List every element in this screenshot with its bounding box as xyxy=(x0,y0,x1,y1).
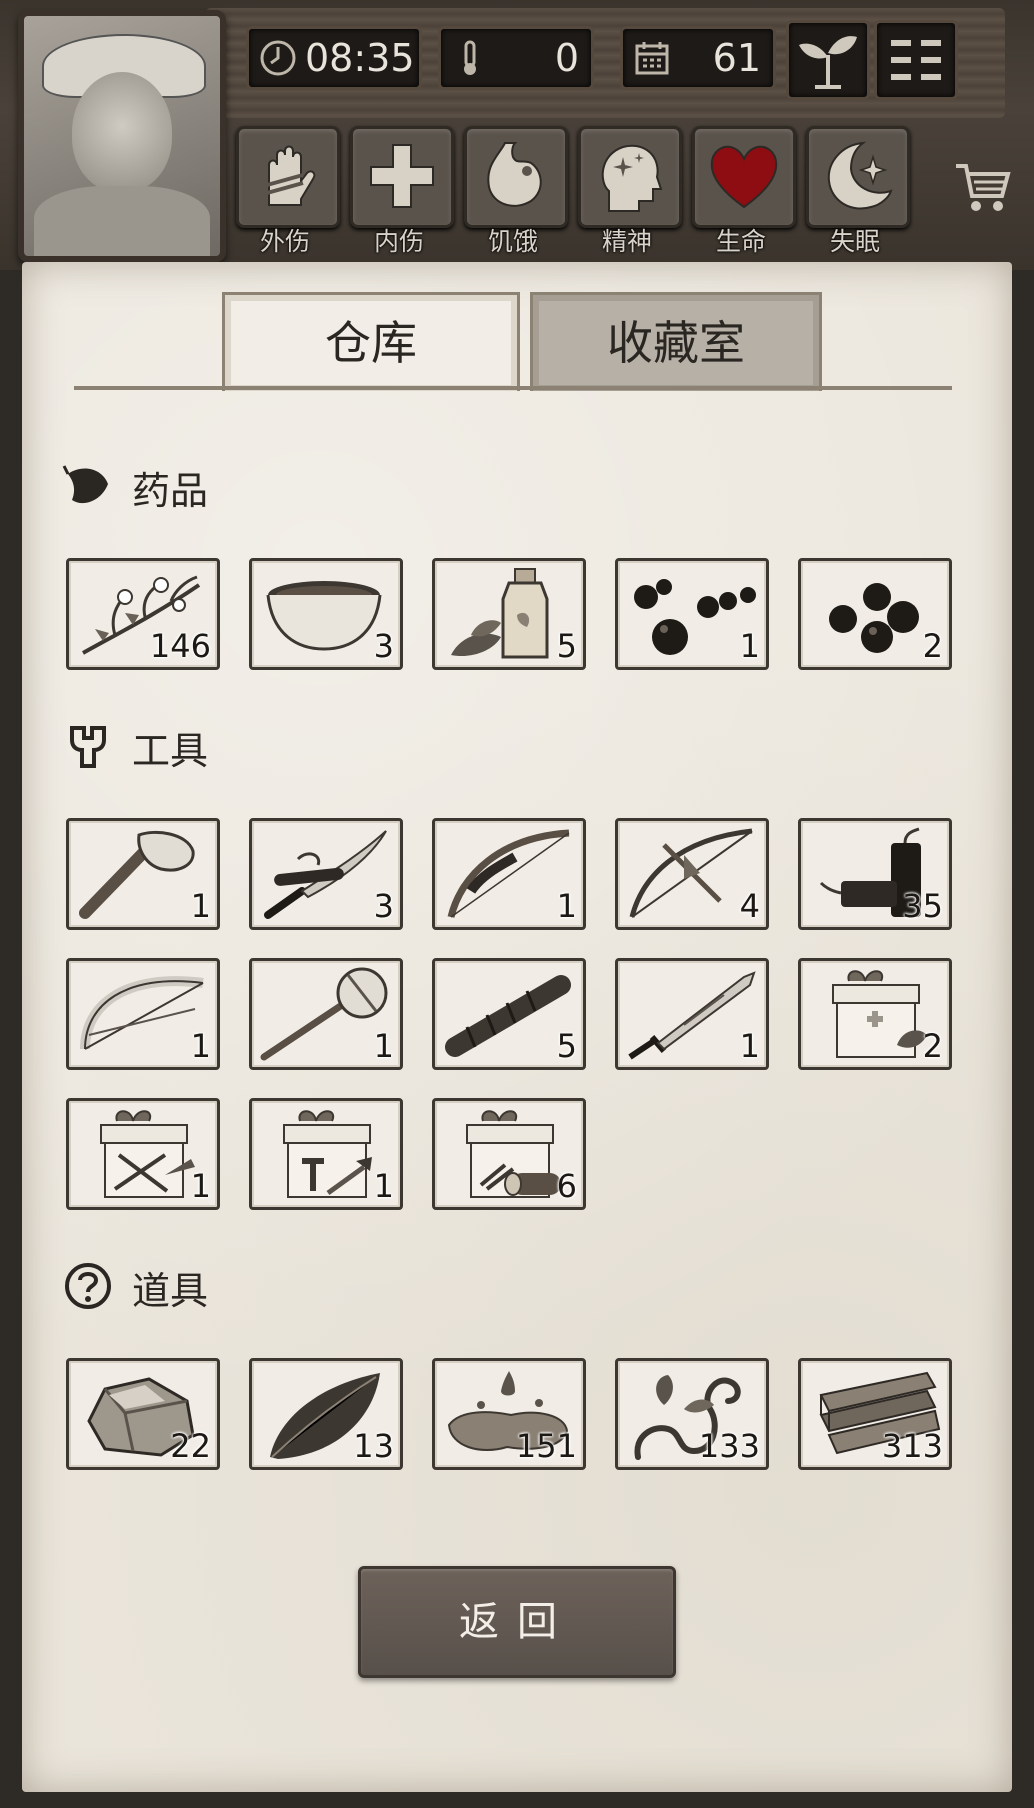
section-title-props: 道具 xyxy=(132,1269,209,1313)
item-bone-bow[interactable]: 1 xyxy=(66,958,220,1070)
sprout-button[interactable] xyxy=(786,20,870,100)
item-broad-sword[interactable]: 1 xyxy=(615,958,769,1070)
item-berries[interactable]: 1 xyxy=(615,558,769,670)
item-count: 1 xyxy=(556,887,577,925)
item-medical-box[interactable]: 2 xyxy=(798,958,952,1070)
status-label-hunger: 饥饿 xyxy=(487,227,538,256)
item-stone-axe[interactable]: 1 xyxy=(66,818,220,930)
item-planks[interactable]: 313 xyxy=(798,1358,952,1470)
status-label-insomnia: 失眠 xyxy=(829,227,880,256)
tab-collection[interactable]: 收藏室 xyxy=(530,292,822,391)
item-weapon-box[interactable]: 1 xyxy=(66,1098,220,1210)
status-life[interactable] xyxy=(692,126,796,228)
status-label-life: 生命 xyxy=(715,227,766,256)
item-dark-berries[interactable]: 2 xyxy=(798,558,952,670)
item-vine[interactable]: 133 xyxy=(615,1358,769,1470)
status-internal[interactable] xyxy=(350,126,454,228)
item-count: 5 xyxy=(556,1027,577,1065)
status-label-spirit: 精神 xyxy=(601,227,652,256)
status-label-trauma: 外伤 xyxy=(259,227,310,256)
top-hud: 08:35 0 61 外伤 内伤 饥饿 精神 生命 失眠 xyxy=(0,0,1034,270)
wrench-section-icon xyxy=(70,726,106,768)
item-count: 22 xyxy=(170,1427,211,1465)
item-count: 1 xyxy=(373,1167,394,1205)
leaf-section-icon xyxy=(62,465,108,504)
item-count: 4 xyxy=(739,887,760,925)
thermometer-icon xyxy=(464,40,476,75)
day-display: 61 xyxy=(620,26,776,90)
question-circle-section-icon xyxy=(65,1263,111,1309)
item-count: 5 xyxy=(556,627,577,665)
character-portrait[interactable] xyxy=(18,10,226,262)
face xyxy=(72,72,172,192)
item-dynamite[interactable]: 35 xyxy=(798,818,952,930)
item-water[interactable]: 151 xyxy=(432,1358,586,1470)
item-count: 1 xyxy=(739,627,760,665)
item-count: 2 xyxy=(922,627,943,665)
item-count: 1 xyxy=(739,1027,760,1065)
shoulders xyxy=(34,186,210,256)
item-count: 2 xyxy=(922,1027,943,1065)
status-spirit[interactable] xyxy=(578,126,682,228)
item-rock[interactable]: 22 xyxy=(66,1358,220,1470)
item-count: 313 xyxy=(881,1427,943,1465)
item-potion[interactable]: 5 xyxy=(432,558,586,670)
item-tool-box[interactable]: 1 xyxy=(249,1098,403,1210)
item-crossbow[interactable]: 4 xyxy=(615,818,769,930)
stomach-icon xyxy=(487,142,542,207)
item-katana[interactable]: 3 xyxy=(249,818,403,930)
item-count: 1 xyxy=(190,1027,211,1065)
tab-warehouse[interactable]: 仓库 xyxy=(222,292,520,391)
head-sparkle-icon xyxy=(601,144,663,212)
calendar-icon xyxy=(635,42,669,75)
item-herb[interactable]: 146 xyxy=(66,558,220,670)
item-count: 35 xyxy=(902,887,943,925)
item-handle[interactable]: 5 xyxy=(432,958,586,1070)
shopping-cart-icon[interactable] xyxy=(952,156,1012,216)
clock-icon xyxy=(260,40,296,76)
item-bow[interactable]: 1 xyxy=(432,818,586,930)
item-count: 1 xyxy=(373,1027,394,1065)
item-wood-box[interactable]: 6 xyxy=(432,1098,586,1210)
sprout-icon xyxy=(799,36,857,89)
day-value: 61 xyxy=(712,36,761,80)
back-button[interactable]: 返回 xyxy=(358,1566,676,1678)
moon-icon xyxy=(827,141,893,210)
temperature-value: 0 xyxy=(554,36,579,80)
item-count: 146 xyxy=(149,627,211,665)
temperature-display: 0 xyxy=(438,26,594,90)
item-count: 13 xyxy=(353,1427,394,1465)
item-count: 1 xyxy=(190,1167,211,1205)
time-display: 08:35 xyxy=(246,26,422,90)
status-label-internal: 内伤 xyxy=(373,227,424,256)
status-hunger[interactable] xyxy=(464,126,568,228)
item-count: 133 xyxy=(698,1427,760,1465)
status-insomnia[interactable] xyxy=(806,126,910,228)
item-count: 6 xyxy=(556,1167,577,1205)
item-bowl[interactable]: 3 xyxy=(249,558,403,670)
item-count: 151 xyxy=(515,1427,577,1465)
status-trauma[interactable] xyxy=(236,126,340,228)
item-count: 1 xyxy=(190,887,211,925)
hand-bandage-icon xyxy=(266,145,316,206)
inventory-panel: 仓库 收藏室 药品 146 3 5 1 2 工具 1 3 1 4 35 1 1 … xyxy=(22,262,1012,1792)
tab-divider xyxy=(74,386,952,390)
menu-icon xyxy=(891,40,941,80)
heart-icon xyxy=(710,145,778,209)
section-title-medicine: 药品 xyxy=(132,469,209,513)
item-count: 3 xyxy=(373,887,394,925)
cross-icon xyxy=(370,144,434,208)
menu-button[interactable] xyxy=(874,20,958,100)
item-leaf[interactable]: 13 xyxy=(249,1358,403,1470)
item-count: 3 xyxy=(373,627,394,665)
section-title-tools: 工具 xyxy=(132,729,209,773)
time-value: 08:35 xyxy=(305,36,415,80)
item-stone-hammer[interactable]: 1 xyxy=(249,958,403,1070)
